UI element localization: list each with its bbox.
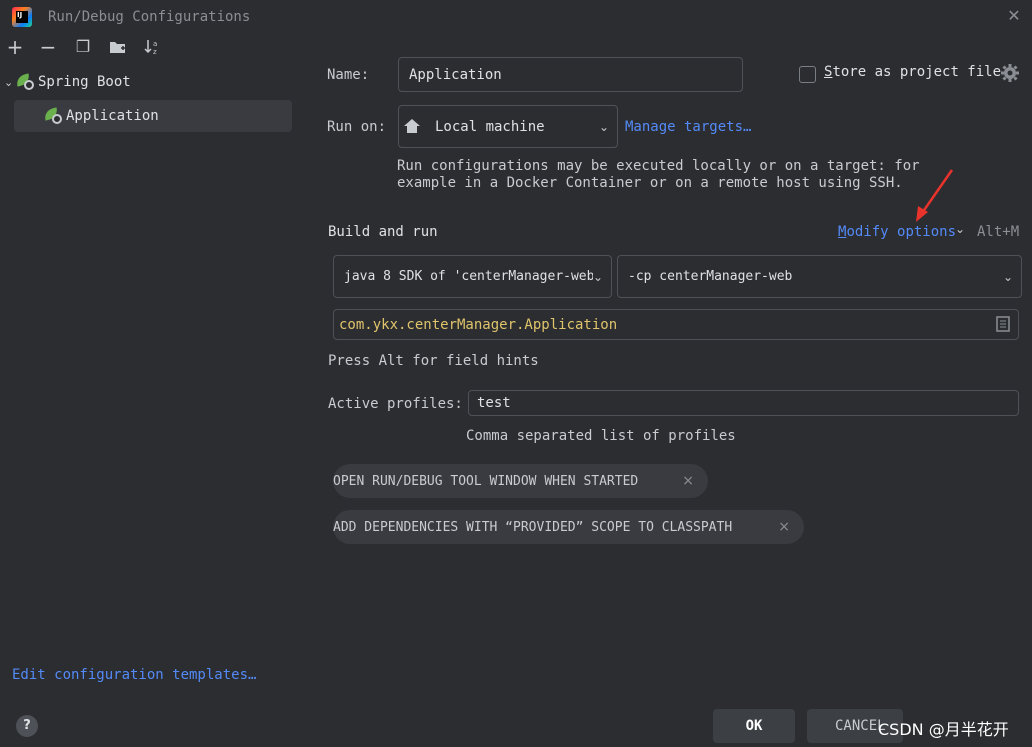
spring-boot-icon xyxy=(14,73,34,90)
help-icon[interactable]: ? xyxy=(16,715,38,737)
tree-item-application[interactable]: Application xyxy=(14,100,292,132)
home-icon xyxy=(403,118,421,138)
active-profiles-input[interactable]: test xyxy=(468,390,1019,416)
copy-icon[interactable]: ❐ xyxy=(72,36,94,58)
title-bar: IJ Run/Debug Configurations ✕ xyxy=(0,0,1032,34)
tree-group-label: Spring Boot xyxy=(38,74,131,90)
run-on-hint-line1: Run configurations may be executed local… xyxy=(397,158,920,174)
close-icon[interactable]: × xyxy=(778,519,790,535)
main-class-input[interactable]: com.ykx.centerManager.Application xyxy=(333,309,1019,340)
run-on-label: Run on: xyxy=(327,119,387,135)
edit-templates-link[interactable]: Edit configuration templates… xyxy=(12,667,256,683)
store-as-project-text: tore as project file xyxy=(832,64,1002,80)
close-icon[interactable]: × xyxy=(682,473,694,489)
tree-group-spring-boot[interactable]: ⌄ Spring Boot xyxy=(4,66,294,98)
classpath-select[interactable]: -cp centerManager-web ⌄ xyxy=(617,255,1022,298)
name-label: Name: xyxy=(327,67,370,83)
gear-icon[interactable] xyxy=(1000,63,1020,83)
chevron-down-icon[interactable]: ⌄ xyxy=(955,222,965,236)
sdk-value: java 8 SDK of 'centerManager-web' xyxy=(344,269,603,284)
browse-icon[interactable] xyxy=(996,316,1010,336)
option-chip-open-tool-window: OPEN RUN/DEBUG TOOL WINDOW WHEN STARTED … xyxy=(333,464,708,498)
close-icon[interactable]: ✕ xyxy=(1006,8,1022,24)
main-class-value: com.ykx.centerManager.Application xyxy=(339,316,618,333)
classpath-value: -cp centerManager-web xyxy=(628,269,793,284)
chevron-down-icon: ⌄ xyxy=(592,269,603,284)
option-chip-provided-scope: ADD DEPENDENCIES WITH “PROVIDED” SCOPE T… xyxy=(333,510,804,544)
run-on-select[interactable]: Local machine ⌄ xyxy=(398,105,618,148)
run-on-hint-line2: example in a Docker Container or on a re… xyxy=(397,175,903,191)
svg-text:z: z xyxy=(153,48,157,56)
sdk-select[interactable]: java 8 SDK of 'centerManager-web' ⌄ xyxy=(333,255,612,298)
chevron-down-icon[interactable]: ⌄ xyxy=(4,76,16,89)
store-as-project-label: Store as project file xyxy=(824,64,1002,80)
run-on-value: Local machine xyxy=(435,118,545,135)
ok-button[interactable]: OK xyxy=(713,709,795,743)
modify-options-link[interactable]: Modify options xyxy=(838,224,956,240)
modify-options-shortcut: Alt+M xyxy=(977,224,1020,240)
chevron-down-icon: ⌄ xyxy=(1002,269,1013,284)
profiles-hint-text: Comma separated list of profiles xyxy=(466,428,736,444)
window-title: Run/Debug Configurations xyxy=(48,9,251,25)
svg-text:a: a xyxy=(153,40,157,48)
new-folder-icon[interactable] xyxy=(107,36,129,58)
manage-targets-link[interactable]: Manage targets… xyxy=(625,119,751,135)
chip-label: OPEN RUN/DEBUG TOOL WINDOW WHEN STARTED xyxy=(333,473,639,489)
field-hints-text: Press Alt for field hints xyxy=(328,353,539,369)
name-input[interactable]: Application xyxy=(398,57,743,92)
intellij-logo-icon: IJ xyxy=(12,7,32,27)
spring-boot-icon xyxy=(42,107,62,124)
config-toolbar: + − ❐ a z xyxy=(0,36,300,60)
chip-label: ADD DEPENDENCIES WITH “PROVIDED” SCOPE T… xyxy=(333,519,733,535)
chevron-down-icon: ⌄ xyxy=(598,119,609,134)
modify-options-text: odify options xyxy=(846,224,957,240)
add-icon[interactable]: + xyxy=(4,36,26,58)
sort-icon[interactable]: a z xyxy=(140,36,166,58)
annotation-arrow-icon xyxy=(916,169,954,222)
csdn-watermark: CSDN @月半花开 xyxy=(878,720,1009,739)
active-profiles-label: Active profiles: xyxy=(328,396,463,412)
store-as-project-checkbox[interactable] xyxy=(799,66,816,83)
build-and-run-title: Build and run xyxy=(328,224,438,240)
remove-icon[interactable]: − xyxy=(37,36,59,58)
tree-item-label: Application xyxy=(66,108,159,124)
